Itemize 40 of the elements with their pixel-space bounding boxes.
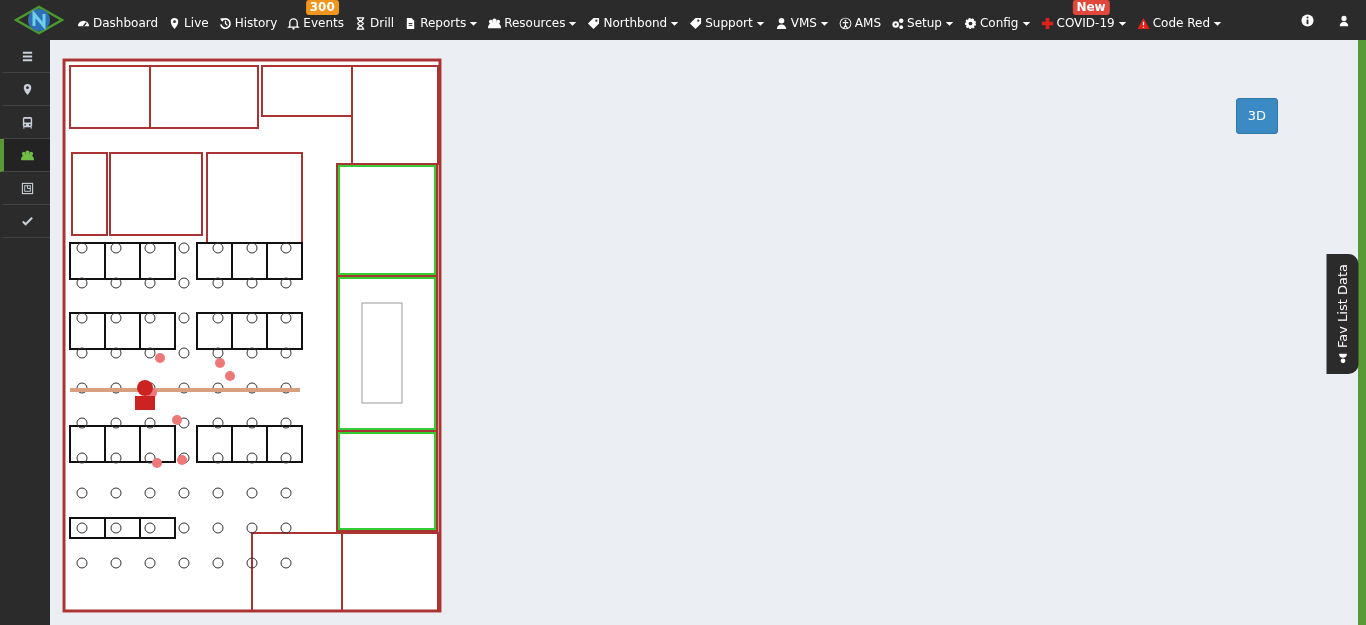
tag-icon (587, 16, 601, 30)
nav-link[interactable]: AMS (833, 14, 887, 32)
nav-link[interactable]: Live (163, 14, 214, 32)
user-icon (774, 16, 788, 30)
3d-view-button[interactable]: 3D (1235, 98, 1278, 134)
nav-link[interactable]: Events (282, 14, 349, 32)
nav-link[interactable]: COVID-19 (1035, 14, 1132, 32)
nav-link[interactable]: Config (959, 14, 1036, 32)
menu-icon (20, 49, 34, 63)
users-icon (488, 16, 502, 30)
nav-link[interactable]: Drill (348, 14, 400, 32)
nav-link[interactable]: Northbond (582, 14, 685, 32)
user-icon (1338, 14, 1350, 27)
floor-plan-icon (20, 181, 34, 195)
nav-link[interactable]: Reports (399, 14, 484, 32)
fav-list-tab[interactable]: Fav List Data (1326, 254, 1358, 374)
sidebar-item[interactable] (0, 139, 50, 172)
accessibility-icon (838, 16, 852, 30)
count-badge: New (1072, 0, 1110, 15)
gear-icon (964, 16, 977, 30)
nav-link[interactable]: Resources (483, 14, 583, 32)
nav-link[interactable]: VMS (769, 14, 834, 32)
warning-icon (1136, 16, 1150, 30)
nav-link[interactable]: Code Red (1131, 14, 1228, 32)
nav-link[interactable]: History (213, 14, 283, 32)
count-badge: 300 (305, 0, 339, 15)
check-icon (20, 214, 34, 228)
info-icon (1301, 14, 1314, 27)
nav-link[interactable]: Dashboard (72, 14, 164, 32)
users-icon (20, 148, 34, 162)
cross-icon (1040, 16, 1054, 30)
history-icon (218, 16, 232, 30)
bus-icon (20, 115, 34, 129)
logo-icon (14, 5, 64, 35)
nav-link[interactable]: Support (684, 14, 770, 32)
nav-link[interactable]: Setup (886, 14, 959, 32)
tag-icon (689, 16, 703, 30)
user-icon (1336, 353, 1348, 364)
bell-icon (287, 16, 301, 30)
gears-icon (891, 16, 905, 30)
